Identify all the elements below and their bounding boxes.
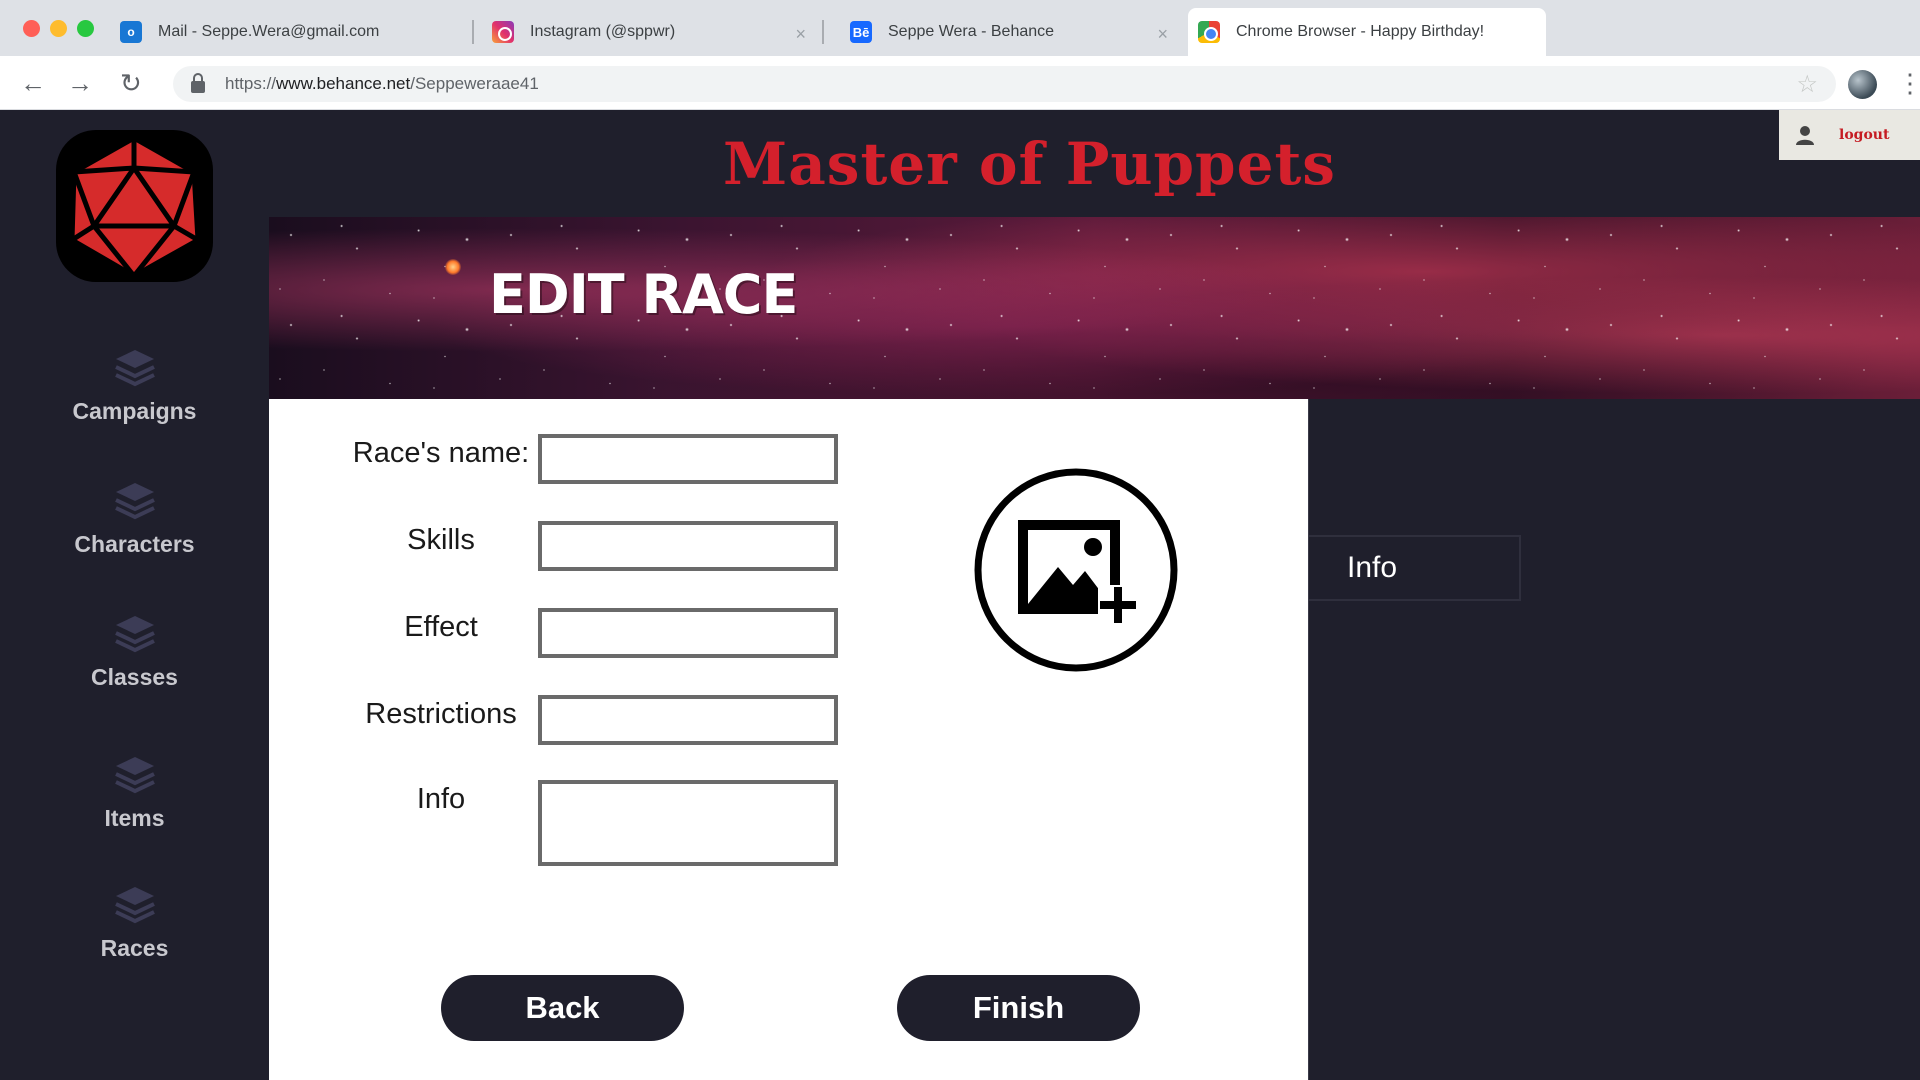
skills-label: Skills [407,524,475,556]
browser-tab-behance[interactable]: Bē Seppe Wera - Behance × [824,8,1186,56]
sidebar-item-label: Classes [91,664,178,690]
page-title: EDIT RACE [489,263,798,326]
url-bar[interactable]: https://www.behance.net/Seppeweraae41 ☆ [173,66,1836,102]
url-host: www.behance.net [276,74,411,93]
logout-button[interactable]: logout [1779,110,1920,160]
race-name-label: Race's name: [352,437,530,469]
effect-label: Effect [404,611,478,643]
browser-tab-bar: o Mail - Seppe.Wera@gmail.com Instagram … [0,0,1920,56]
sidebar: Campaigns Characters Classes Items Races [0,110,269,1080]
finish-button[interactable]: Finish [897,975,1140,1041]
layers-icon [114,887,155,924]
user-icon [1796,126,1814,145]
close-tab-icon[interactable]: × [1157,24,1168,45]
forward-arrow-icon[interactable]: → [67,68,93,99]
tab-title: Chrome Browser - Happy Birthday! [1236,23,1485,40]
back-button[interactable]: Back [441,975,684,1041]
restrictions-label: Restrictions [365,698,517,730]
lock-icon [191,73,205,93]
sidebar-item-classes[interactable]: Classes [0,612,269,691]
reload-icon[interactable]: ↻ [120,68,142,99]
app-logo[interactable] [56,130,213,282]
effect-input[interactable] [538,608,838,658]
layers-icon [114,483,155,520]
tab-title: Instagram (@sppwr) [530,23,676,40]
logout-label: logout [1839,127,1890,143]
add-image-icon [974,468,1178,672]
app-title: Master of Puppets [723,130,1336,198]
restrictions-input[interactable] [538,695,838,745]
sidebar-item-label: Races [100,935,169,961]
sidebar-item-characters[interactable]: Characters [0,479,269,558]
layers-icon [114,757,155,794]
info-label: Info [416,783,466,815]
window-maximize-button[interactable] [77,20,94,37]
sidebar-item-campaigns[interactable]: Campaigns [0,346,269,425]
sidebar-item-races[interactable]: Races [0,883,269,962]
race-name-input[interactable] [538,434,838,484]
info-panel: Info [1308,399,1920,1080]
browser-tab-instagram[interactable]: Instagram (@sppwr) × [474,8,824,56]
sidebar-item-label: Characters [74,531,195,557]
sidebar-item-label: Items [104,805,165,831]
behance-icon: Bē [850,21,872,43]
browser-menu-icon[interactable]: ⋮ [1897,66,1920,100]
sidebar-item-label: Campaigns [72,398,197,424]
page-banner: EDIT RACE [269,217,1920,399]
tab-info[interactable]: Info [1309,535,1521,601]
close-tab-icon[interactable]: × [795,24,806,45]
sidebar-item-items[interactable]: Items [0,753,269,832]
browser-tab-mail[interactable]: o Mail - Seppe.Wera@gmail.com [108,8,474,56]
info-textarea[interactable] [538,780,838,866]
layers-icon [114,616,155,653]
chrome-icon [1198,21,1220,43]
browser-toolbar: ← → ↻ https://www.behance.net/Seppeweraa… [0,56,1920,110]
url-path: /Seppeweraae41 [410,74,539,93]
url-scheme: https:// [225,74,277,93]
star-glow [445,259,461,275]
bookmark-star-icon[interactable]: ☆ [1796,70,1818,99]
app-header: Master of Puppets [269,110,1920,217]
window-minimize-button[interactable] [50,20,67,37]
tab-title: Mail - Seppe.Wera@gmail.com [158,23,380,40]
instagram-icon [492,21,514,43]
skills-input[interactable] [538,521,838,571]
edit-race-form: Race's name: Skills Effect Restrictions … [269,399,1308,1080]
profile-avatar[interactable] [1848,70,1877,99]
layers-icon [114,350,155,387]
tab-title: Seppe Wera - Behance [888,23,1055,40]
outlook-icon: o [120,21,142,43]
d20-dice-icon [69,135,201,279]
window-close-button[interactable] [23,20,40,37]
back-arrow-icon[interactable]: ← [20,68,46,99]
add-image-button[interactable] [973,467,1179,673]
browser-tab-chrome[interactable]: Chrome Browser - Happy Birthday! [1188,8,1546,56]
